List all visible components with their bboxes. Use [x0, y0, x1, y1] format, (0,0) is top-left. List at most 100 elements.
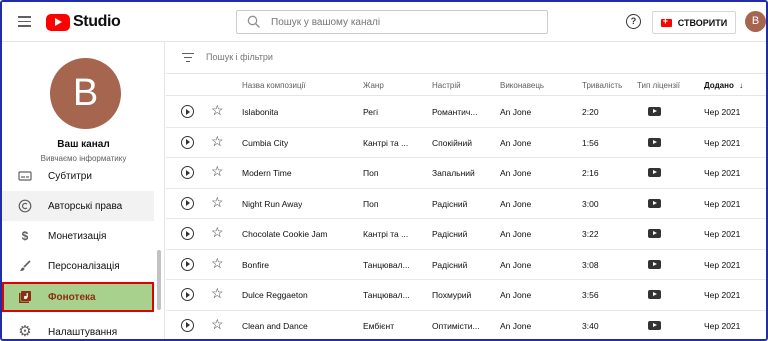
- play-icon[interactable]: [181, 196, 194, 210]
- track-title: Night Run Away: [242, 198, 303, 209]
- track-artist: An Jone: [500, 259, 532, 270]
- track-mood: Оптимісти...: [432, 320, 480, 331]
- search-box[interactable]: [236, 10, 548, 34]
- sidebar-item-copyright[interactable]: Авторські права: [2, 191, 154, 221]
- column-header-added-label: Додано: [704, 81, 734, 90]
- play-icon[interactable]: [181, 227, 194, 240]
- search-input[interactable]: [271, 16, 541, 28]
- sidebar-item-settings[interactable]: ⚙ Налаштування: [2, 317, 154, 340]
- sidebar-item-label: Налаштування: [48, 326, 118, 338]
- youtube-license-icon: [648, 168, 661, 177]
- help-icon[interactable]: ?: [626, 14, 641, 29]
- subtitles-icon: [18, 169, 32, 183]
- audio-library-icon: [18, 290, 32, 304]
- youtube-license-icon: [648, 320, 661, 330]
- play-icon[interactable]: [181, 135, 194, 149]
- star-icon[interactable]: ☆: [211, 224, 224, 240]
- column-header-genre[interactable]: Жанр: [363, 81, 384, 90]
- column-header-duration[interactable]: Тривалість: [582, 81, 622, 90]
- column-header-license[interactable]: Тип ліцензії: [637, 81, 680, 90]
- table-row[interactable]: ☆ Clean and Dance Ембієнт Оптимісти... An Jo…: [166, 311, 766, 340]
- star-icon[interactable]: ☆: [211, 163, 224, 179]
- track-artist: An Jone: [500, 168, 532, 178]
- star-icon[interactable]: ☆: [211, 194, 224, 210]
- sidebar-scrollbar[interactable]: [157, 250, 161, 310]
- track-added: Чер 2021: [704, 259, 741, 270]
- sidebar: B Ваш канал Вивчаємо інформатику Субтитр…: [2, 42, 165, 340]
- youtube-license-icon: [648, 290, 661, 299]
- search-icon: [247, 15, 260, 28]
- track-mood: Романтич...: [432, 107, 478, 117]
- track-duration: 1:56: [582, 137, 599, 148]
- sidebar-item-audio-library[interactable]: Фонотека: [2, 282, 154, 312]
- track-added: Чер 2021: [704, 137, 741, 148]
- track-artist: An Jone: [500, 290, 532, 300]
- star-icon[interactable]: ☆: [211, 285, 224, 301]
- sidebar-item-label: Персоналізація: [48, 260, 120, 272]
- filter-input[interactable]: [206, 52, 406, 62]
- star-icon[interactable]: ☆: [211, 316, 224, 332]
- track-title: Islabonita: [242, 107, 279, 117]
- column-header-added[interactable]: Додано ↓: [704, 81, 743, 90]
- track-duration: 3:08: [582, 259, 599, 270]
- gear-icon: ⚙: [18, 323, 32, 340]
- track-mood: Похмурий: [432, 290, 472, 300]
- table-row[interactable]: ☆ Cumbia City Кантрі та ... Спокійний An Jon…: [166, 128, 766, 158]
- star-icon[interactable]: ☆: [211, 133, 224, 149]
- track-duration: 3:22: [582, 229, 599, 239]
- star-icon[interactable]: ☆: [211, 255, 224, 271]
- play-icon[interactable]: [181, 166, 194, 179]
- logo-text: Studio: [73, 13, 121, 30]
- menu-icon[interactable]: [18, 16, 31, 27]
- track-artist: An Jone: [500, 320, 532, 331]
- create-button[interactable]: СТВОРИТИ: [652, 11, 736, 34]
- table-row[interactable]: ☆ Islabonita Регі Романтич... An Jone 2:20 Чер…: [166, 97, 766, 128]
- track-genre: Регі: [363, 107, 379, 117]
- youtube-play-logo-icon: [46, 13, 70, 31]
- table-row[interactable]: ☆ Bonfire Танцювал... Радісний An Jone 3:08 Че…: [166, 250, 766, 280]
- sort-arrow-down-icon: ↓: [739, 81, 744, 90]
- play-icon[interactable]: [181, 288, 194, 301]
- track-added: Чер 2021: [704, 168, 741, 178]
- track-title: Bonfire: [242, 259, 269, 270]
- studio-window: Studio ? СТВОРИТИ B B Ваш канал Вивчаємо…: [0, 0, 768, 341]
- column-header-artist[interactable]: Виконавець: [500, 81, 544, 90]
- play-icon[interactable]: [181, 105, 194, 118]
- brush-icon: [18, 259, 32, 273]
- channel-avatar[interactable]: B: [50, 58, 121, 129]
- track-mood: Запальний: [432, 168, 475, 178]
- column-header-mood[interactable]: Настрій: [432, 81, 461, 90]
- track-duration: 3:00: [582, 198, 599, 209]
- track-artist: An Jone: [500, 198, 532, 209]
- track-artist: An Jone: [500, 229, 532, 239]
- youtube-studio-logo[interactable]: Studio: [46, 13, 121, 31]
- filter-icon[interactable]: [182, 53, 194, 63]
- column-header-title[interactable]: Назва композиції: [242, 81, 306, 90]
- track-genre: Поп: [363, 168, 379, 178]
- sidebar-item-label: Авторські права: [48, 200, 123, 212]
- table-row[interactable]: ☆ Dulce Reggaeton Танцювал... Похмурий An Jo…: [166, 280, 766, 311]
- dollar-icon: $: [21, 229, 29, 243]
- track-genre: Танцювал...: [363, 259, 410, 270]
- track-added: Чер 2021: [704, 320, 741, 331]
- table-row[interactable]: ☆ Chocolate Cookie Jam Кантрі та ... Радісн…: [166, 219, 766, 250]
- youtube-license-icon: [648, 107, 661, 116]
- youtube-license-icon: [648, 229, 661, 238]
- account-avatar[interactable]: B: [745, 11, 766, 32]
- audio-library-panel: Назва композиції Жанр Настрій Виконавець…: [166, 42, 766, 340]
- table-row[interactable]: ☆ Modern Time Поп Запальний An Jone 2:16 Чер 2…: [166, 158, 766, 189]
- track-artist: An Jone: [500, 107, 532, 117]
- star-icon[interactable]: ☆: [211, 102, 224, 118]
- sidebar-item-customization[interactable]: Персоналізація: [2, 251, 154, 281]
- table-row[interactable]: ☆ Night Run Away Поп Радісний An Jone 3:00 Чер…: [166, 189, 766, 219]
- sidebar-item-subtitles[interactable]: Субтитри: [2, 161, 154, 191]
- play-icon[interactable]: [181, 318, 194, 332]
- sidebar-item-monetization[interactable]: $ Монетизація: [2, 221, 154, 251]
- track-genre: Танцювал...: [363, 290, 410, 300]
- track-title: Modern Time: [242, 168, 292, 178]
- sidebar-item-label: Фонотека: [48, 291, 96, 303]
- play-icon[interactable]: [181, 257, 194, 271]
- track-duration: 2:20: [582, 107, 599, 117]
- track-mood: Спокійний: [432, 137, 473, 148]
- sidebar-item-label: Монетизація: [48, 230, 107, 242]
